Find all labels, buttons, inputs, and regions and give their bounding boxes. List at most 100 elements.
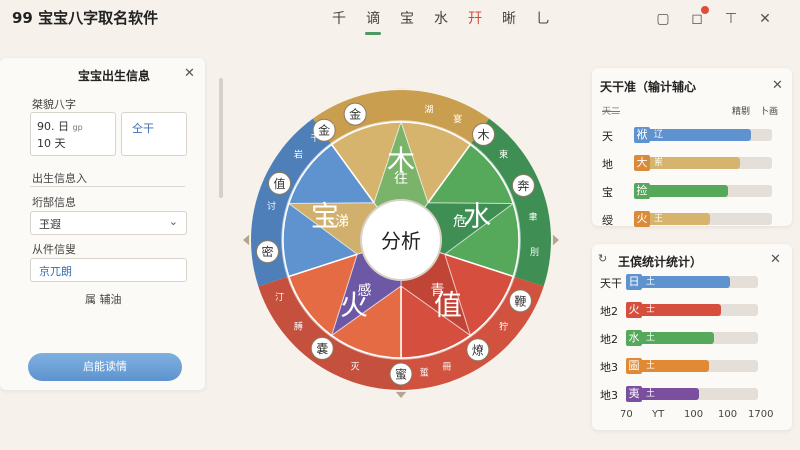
stem-analysis-panel: 天干准（输计辅心 ✕ 天二 精剔 卜画 天 袱辽地 大岽宝 捡绶 火王 [592, 68, 792, 227]
sector-label-1: 水 [463, 199, 491, 232]
ring-circle-label-6: 嚢 [316, 341, 328, 356]
top-tab-3[interactable]: 水 [424, 9, 458, 35]
top-tab-0[interactable]: 千 [322, 9, 356, 35]
chevron-down-icon: ⌄ [168, 215, 178, 228]
ring-small-label-9: 蜇 [420, 366, 429, 378]
ring-circle-label-8: 值 [274, 176, 286, 191]
header-col1: 精剔 [732, 107, 751, 117]
bar-track: 火士 [626, 302, 758, 318]
row-label: 地3 [600, 361, 618, 374]
bar-small-label: 土 [646, 277, 656, 287]
stats-panel-title: 王傧统计统计） [618, 255, 703, 269]
top-tab-5[interactable]: 晰 [492, 9, 526, 35]
scrollbar[interactable] [219, 78, 223, 198]
row-label: 地3 [600, 389, 618, 402]
compass-marker [395, 391, 407, 398]
header-left: 天二 [602, 107, 621, 117]
bar-track: 袱辽 [634, 127, 772, 143]
bar-track: 夷土 [626, 386, 758, 402]
bar-track: 大岽 [634, 155, 772, 171]
ring-circle-label-1: 木 [477, 128, 489, 142]
row-label: 地2 [600, 305, 618, 318]
pin-icon[interactable]: ⊤ [722, 10, 740, 28]
row-label: 天干 [600, 277, 622, 290]
element-badge: 夷 [626, 386, 642, 402]
bazi-right-box[interactable]: 仝干 [121, 112, 187, 156]
bazi-right-value: 仝干 [132, 122, 154, 135]
bar-small-label: 土 [646, 361, 656, 371]
bar-track: 捡 [634, 183, 772, 199]
ring-small-label-5: 聿 [528, 211, 537, 223]
element-badge: 火 [634, 211, 650, 227]
close-icon[interactable]: ✕ [772, 78, 783, 93]
header-col2: 卜画 [760, 107, 779, 117]
close-icon[interactable]: ✕ [770, 252, 781, 267]
bazi-label: 桀貌八字 [32, 98, 76, 111]
ring-small-label-0: 千 [310, 133, 319, 144]
extra-label: 从件信叟 [32, 243, 76, 256]
birth-input-label: 出生信息入 [32, 172, 87, 185]
ring-small-label-13: 讨 [267, 200, 276, 212]
sub-text: 属 辅油 [85, 293, 122, 306]
ring-circle-label-7: 密 [262, 244, 274, 259]
top-tab-2[interactable]: 宝 [390, 9, 424, 35]
bar-small-label: 辽 [654, 130, 664, 140]
refresh-icon[interactable]: ↻ [598, 252, 607, 265]
extra-input-value: 京兀朗 [39, 265, 72, 278]
birth-info-title: 宝宝出生信息 [78, 69, 151, 83]
element-badge: 大 [634, 155, 650, 171]
element-badge: 水 [626, 330, 642, 346]
element-badge: 火 [626, 302, 642, 318]
axis-tick: 100 [684, 409, 704, 420]
close-icon[interactable]: ✕ [184, 66, 195, 81]
bar-track: 日土 [626, 274, 758, 290]
top-tab-6[interactable]: 乚 [526, 9, 560, 35]
bar-fill [634, 129, 752, 141]
top-tab-4[interactable]: 幵 [458, 9, 492, 35]
five-element-wheel: 往危青感涕 木水值火宝金木奔鞭燎蜜嚢密值金千木湖宴柬聿刖狞冊蜇灭膊汀讨岩 分析 [243, 88, 559, 398]
ring-small-label-11: 膊 [294, 321, 303, 333]
window-controls: ▢ ◻ ⊤ ✕ [654, 6, 774, 28]
divider [30, 186, 185, 187]
notification-icon[interactable]: ◻ [688, 6, 709, 28]
ring-circle-label-4: 燎 [472, 342, 484, 357]
sector-label-3: 火 [340, 289, 368, 322]
compass-marker [243, 234, 250, 246]
notification-badge [701, 6, 709, 14]
axis-tick: YT [652, 409, 665, 420]
ring-circle-label-5: 蜜 [395, 367, 407, 382]
info-label: 垳郜信息 [32, 196, 76, 209]
center-label: 分析 [381, 229, 421, 253]
row-label: 地2 [600, 333, 618, 346]
sector-label-2: 值 [434, 289, 462, 322]
ring-small-label-1: 木 [325, 121, 334, 133]
bazi-line2: 10 天 [37, 137, 66, 150]
ring-small-label-2: 湖 [424, 104, 433, 115]
info-select[interactable]: 玊遐 ⌄ [30, 211, 187, 235]
ring-circle-label-2: 奔 [517, 179, 529, 193]
bar-small-label: 王 [654, 214, 664, 224]
extra-input[interactable]: 京兀朗 [30, 258, 187, 282]
ring-circle-label-3: 鞭 [514, 294, 526, 308]
bazi-line1: 90. 日 gp [37, 120, 83, 133]
top-tab-1[interactable]: 谪 [356, 9, 390, 35]
ring-small-label-10: 灭 [351, 361, 360, 372]
element-badge: 圖 [626, 358, 642, 374]
close-icon[interactable]: ✕ [756, 10, 774, 28]
bar-small-label: 岽 [654, 158, 664, 168]
element-badge: 袱 [634, 127, 650, 143]
row-label: 绶 [602, 214, 613, 227]
ring-circle-label-0: 金 [349, 107, 361, 122]
axis-tick: 1700 [748, 409, 774, 420]
element-stats-panel: ↻ 王傧统计统计） ✕ 天干日土地2 火士地2 水土地3 圖土地3 夷土 70 YT 100… [592, 244, 792, 430]
app-title: 99 宝宝八字取名软件 [12, 9, 159, 27]
bar-small-label: 土 [646, 389, 656, 399]
start-analysis-button[interactable]: 启能读情 [28, 353, 182, 381]
stem-panel-title: 天干准（输计辅心 [600, 80, 697, 94]
bar-track: 水土 [626, 330, 758, 346]
bazi-input-box[interactable]: 90. 日 gp 10 天 [30, 112, 116, 156]
bag-icon[interactable]: ▢ [654, 10, 672, 28]
bar-track: 火王 [634, 211, 772, 227]
ring-small-label-6: 刖 [530, 247, 539, 258]
top-tabs: 千谪宝水幵晰乚 [322, 9, 560, 35]
